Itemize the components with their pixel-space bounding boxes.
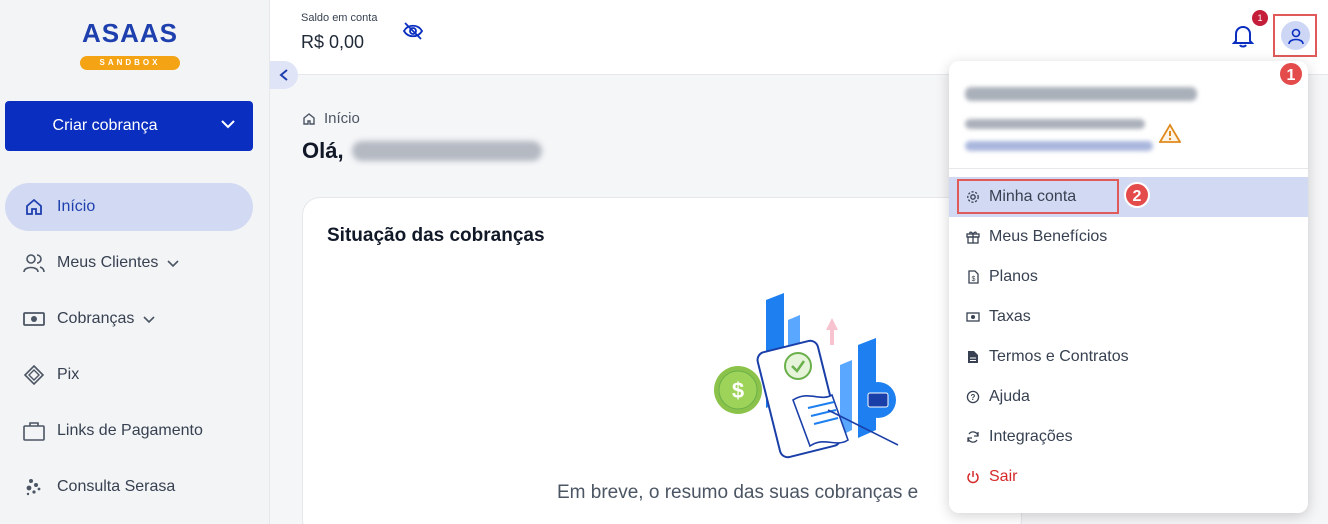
- sidebar-item-label: Meus Clientes: [57, 254, 159, 271]
- menu-item-planos[interactable]: $ Planos: [949, 257, 1308, 297]
- sidebar-item-cobrancas[interactable]: Cobranças: [5, 295, 253, 343]
- pix-icon: [23, 364, 45, 386]
- eye-off-icon[interactable]: [402, 20, 424, 47]
- menu-item-ajuda[interactable]: ? Ajuda: [949, 377, 1308, 417]
- avatar[interactable]: [1281, 21, 1310, 50]
- money-icon: [23, 308, 45, 330]
- charges-status-card: Situação das cobranças $ Em breve, o res…: [302, 197, 1022, 524]
- user-icon: [1287, 28, 1304, 44]
- menu-item-label: Ajuda: [989, 388, 1030, 405]
- menu-item-label: Sair: [989, 468, 1018, 485]
- create-charge-button[interactable]: Criar cobrança: [5, 101, 253, 151]
- menu-divider: [949, 168, 1308, 169]
- greeting: Olá,: [302, 138, 344, 163]
- sync-icon: [965, 429, 981, 445]
- balance-label: Saldo em conta: [301, 12, 378, 24]
- collapse-sidebar-button[interactable]: [270, 61, 298, 89]
- balance-value: R$ 0,00: [301, 32, 365, 52]
- cash-icon: [965, 309, 981, 325]
- annotation-box-2: [957, 179, 1119, 214]
- home-icon: [23, 196, 45, 218]
- sidebar-item-links-de-pagamento[interactable]: Links de Pagamento: [5, 407, 253, 455]
- card-title: Situação das cobranças: [327, 225, 545, 246]
- annotation-step-2: 2: [1124, 182, 1150, 208]
- svg-text:$: $: [732, 378, 744, 403]
- breadcrumb-label[interactable]: Início: [324, 110, 360, 127]
- power-icon: [965, 469, 981, 485]
- bell-icon[interactable]: [1231, 24, 1255, 53]
- gift-icon: [965, 229, 981, 245]
- home-icon: [302, 112, 316, 126]
- sidebar-item-inicio[interactable]: Início: [5, 183, 253, 231]
- blurred-user-name: [351, 141, 542, 161]
- menu-item-termos-e-contratos[interactable]: Termos e Contratos: [949, 337, 1308, 377]
- menu-item-integracoes[interactable]: Integrações: [949, 417, 1308, 457]
- users-icon: [23, 252, 45, 274]
- menu-item-meus-beneficios[interactable]: Meus Benefícios: [949, 217, 1308, 257]
- sidebar-item-label: Cobranças: [57, 310, 135, 327]
- annotation-box-1: [1273, 14, 1317, 57]
- sandbox-badge: SANDBOX: [80, 56, 180, 70]
- create-charge-label: Criar cobrança: [52, 117, 158, 134]
- sidebar-item-consulta-serasa[interactable]: Consulta Serasa: [5, 463, 253, 511]
- warning-icon[interactable]: [1158, 123, 1182, 148]
- annotation-step-1: 1: [1278, 61, 1304, 87]
- breadcrumb: Início: [302, 110, 360, 127]
- menu-item-taxas[interactable]: Taxas: [949, 297, 1308, 337]
- account-dropdown-menu: Minha conta Meus Benefícios $ Planos Tax…: [949, 61, 1308, 513]
- menu-item-sair[interactable]: Sair: [949, 457, 1308, 497]
- chevron-down-icon: [166, 256, 180, 270]
- document-icon: [965, 349, 981, 365]
- sidebar-item-label: Início: [57, 198, 96, 215]
- briefcase-icon: [23, 420, 45, 442]
- asaas-logo[interactable]: ASAAS SANDBOX: [78, 18, 182, 72]
- logo-text: ASAAS: [81, 18, 178, 48]
- sidebar-item-meus-clientes[interactable]: Meus Clientes: [5, 239, 253, 287]
- charges-illustration: $: [714, 293, 899, 459]
- svg-text:?: ?: [971, 393, 976, 402]
- help-icon: ?: [965, 389, 981, 405]
- menu-item-label: Planos: [989, 268, 1038, 285]
- blurred-email: [965, 87, 1197, 101]
- plans-icon: $: [965, 269, 981, 285]
- dots-icon: [23, 476, 45, 498]
- svg-text:$: $: [972, 276, 976, 283]
- sidebar-item-label: Pix: [57, 366, 80, 383]
- card-message: Em breve, o resumo das suas cobranças e: [557, 482, 919, 503]
- sidebar-item-label: Consulta Serasa: [57, 478, 176, 495]
- chevron-down-icon[interactable]: [219, 115, 237, 138]
- menu-item-label: Meus Benefícios: [989, 228, 1108, 245]
- blurred-bank-info: [965, 119, 1145, 129]
- menu-item-label: Integrações: [989, 428, 1073, 445]
- sidebar: ASAAS SANDBOX Criar cobrança Início Meus…: [0, 0, 270, 524]
- menu-item-label: Termos e Contratos: [989, 348, 1129, 365]
- sidebar-item-pix[interactable]: Pix: [5, 351, 253, 399]
- menu-item-label: Taxas: [989, 308, 1031, 325]
- sidebar-item-label: Links de Pagamento: [57, 422, 203, 439]
- chevron-left-icon: [279, 69, 288, 81]
- chevron-down-icon: [142, 312, 156, 326]
- blurred-agency-info: [965, 141, 1153, 151]
- page-title: Olá,: [302, 138, 542, 164]
- notification-count-badge: 1: [1252, 10, 1268, 26]
